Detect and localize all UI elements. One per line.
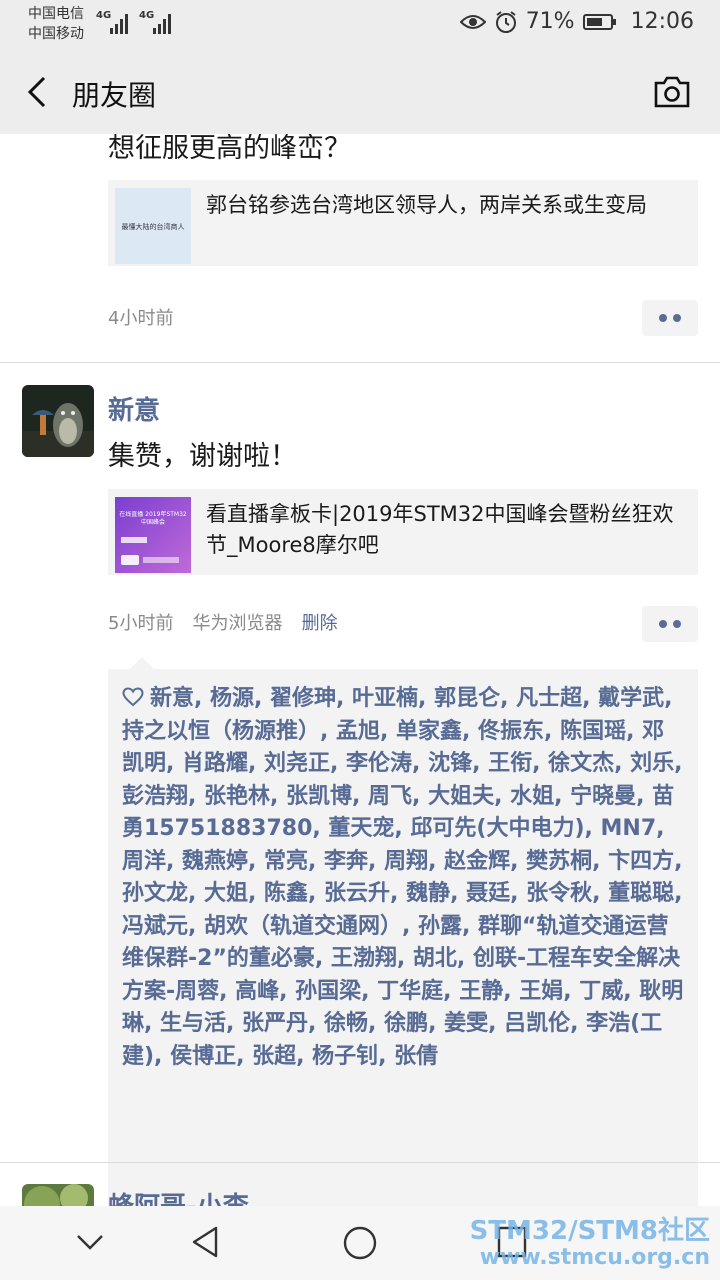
likes-arrow (130, 657, 154, 669)
post-text: 集赞，谢谢啦！ (108, 441, 297, 472)
link-card[interactable]: 最懂大陆的台湾商人 郭台铭参选台湾地区领导人，两岸关系或生变局 (108, 180, 698, 266)
more-button[interactable] (642, 606, 698, 642)
user-name[interactable]: 新意 (108, 390, 160, 427)
back-triangle-icon[interactable] (186, 1222, 226, 1262)
carrier-labels: 中国电信 中国移动 (28, 4, 84, 44)
more-button[interactable] (642, 300, 698, 336)
status-right: 71% 12:06 (459, 9, 694, 34)
post-source: 华为浏览器 (192, 613, 283, 634)
thumbnail-caption: 最懂大陆的台湾商人 (121, 223, 185, 231)
back-chevron-icon[interactable] (22, 72, 62, 112)
likes-names[interactable]: 新意, 杨源, 翟修珅, 叶亚楠, 郭昆仑, 凡士超, 戴学武, 持之以恒（杨源… (122, 686, 683, 1069)
clock: 12:06 (630, 9, 694, 34)
link-thumbnail: 在线直播 2019年STM32中国峰会 (115, 497, 191, 573)
status-bar: 中国电信 中国移动 4G 4G 71% 12:06 (0, 0, 720, 48)
heart-icon (122, 687, 144, 707)
post-meta: 5小时前 华为浏览器 删除 (108, 609, 338, 635)
divider (0, 362, 720, 363)
carrier-2: 中国移动 (28, 26, 84, 42)
thumbnail-caption: 在线直播 2019年STM32中国峰会 (119, 511, 187, 526)
signal-2-icon (151, 12, 173, 34)
moments-feed[interactable]: 想征服更高的峰峦？ 最懂大陆的台湾商人 郭台铭参选台湾地区领导人，两岸关系或生变… (0, 134, 720, 1206)
collapse-icon[interactable] (74, 1230, 106, 1254)
divider (0, 1162, 720, 1163)
totoro-avatar-image (22, 385, 94, 457)
eye-icon (459, 14, 486, 29)
alarm-icon (495, 10, 516, 33)
watermark-line-1: STM32/STM8社区 (469, 1216, 710, 1246)
avatar[interactable] (22, 385, 94, 457)
watermark-line-2: www.stmcu.org.cn (479, 1245, 710, 1270)
camera-icon[interactable] (652, 74, 692, 110)
nature-avatar-image (22, 1184, 94, 1206)
link-card[interactable]: 在线直播 2019年STM32中国峰会 看直播拿板卡|2019年STM32中国峰… (108, 489, 698, 575)
post-text: 想征服更高的峰峦？ (108, 134, 351, 164)
link-thumbnail: 最懂大陆的台湾商人 (115, 188, 191, 264)
signal-1-icon (108, 12, 130, 34)
page-title: 朋友圈 (72, 79, 157, 112)
link-title: 郭台铭参选台湾地区领导人，两岸关系或生变局 (206, 193, 647, 217)
post-time: 4小时前 (108, 308, 174, 329)
likes-panel: 新意, 杨源, 翟修珅, 叶亚楠, 郭昆仑, 凡士超, 戴学武, 持之以恒（杨源… (108, 669, 698, 1206)
avatar[interactable] (22, 1184, 94, 1206)
post-time: 5小时前 (108, 613, 174, 634)
user-name[interactable]: 蜂阿哥-小李 (108, 1186, 249, 1206)
title-bar: 朋友圈 (0, 48, 720, 134)
carrier-1: 中国电信 (28, 6, 84, 22)
home-circle-icon[interactable] (340, 1223, 380, 1263)
battery-icon (582, 13, 616, 30)
watermark: STM32/STM8社区 www.stmcu.org.cn (470, 1216, 710, 1270)
battery-percent: 71% (525, 9, 575, 34)
link-title: 看直播拿板卡|2019年STM32中国峰会暨粉丝狂欢节_Moore8摩尔吧 (206, 502, 674, 557)
delete-link[interactable]: 删除 (302, 613, 338, 634)
